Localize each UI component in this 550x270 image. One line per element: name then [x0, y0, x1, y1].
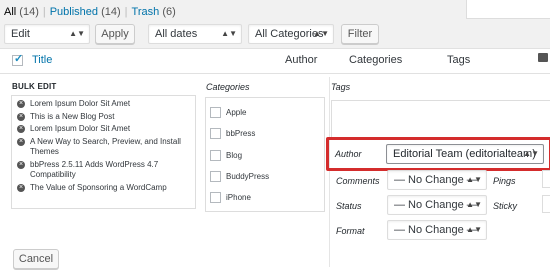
category-checkbox[interactable]	[210, 192, 221, 203]
status-select[interactable]: — No Change — ▲▼	[387, 195, 487, 215]
list-item: × A New Way to Search, Preview, and Insta…	[17, 136, 181, 156]
remove-icon[interactable]: ×	[17, 125, 25, 133]
category-checkbox[interactable]	[210, 150, 221, 161]
list-item: × Lorem Ipsum Dolor Sit Amet	[17, 124, 131, 133]
remove-icon[interactable]: ×	[17, 137, 25, 146]
category-item-apple[interactable]: Apple	[210, 107, 246, 118]
post-status-filters: All (14) | Published (14) | Trash (6)	[4, 6, 176, 18]
bulk-edit-heading: BULK EDIT	[12, 82, 57, 91]
dates-select[interactable]: All dates ▲▼	[148, 24, 242, 44]
chevron-updown-icon: ▲▼	[313, 29, 329, 38]
search-box[interactable]	[466, 0, 550, 19]
comments-select[interactable]: — No Change — ▲▼	[387, 170, 487, 190]
filter-button[interactable]: Filter	[341, 24, 379, 44]
pings-select[interactable]	[542, 170, 550, 188]
category-item-buddypress[interactable]: BuddyPress	[210, 171, 269, 182]
category-checkbox[interactable]	[210, 171, 221, 182]
comments-label: Comments	[336, 176, 380, 186]
category-item-bbpress[interactable]: bbPress	[210, 128, 255, 139]
separator: |	[42, 6, 46, 18]
comments-icon	[538, 53, 548, 62]
divider	[329, 77, 330, 267]
column-tags: Tags	[447, 54, 471, 66]
separator: |	[124, 6, 128, 18]
list-item: × This is a New Blog Post	[17, 111, 115, 121]
tags-label: Tags	[331, 82, 351, 92]
column-author: Author	[285, 54, 318, 66]
chevron-updown-icon: ▲▼	[523, 149, 539, 158]
chevron-updown-icon: ▲▼	[466, 175, 482, 184]
sticky-select[interactable]	[542, 195, 550, 213]
select-all-checkbox[interactable]	[12, 52, 23, 66]
categories-label: Categories	[206, 82, 250, 92]
chevron-updown-icon: ▲▼	[466, 225, 482, 234]
filter-published-link[interactable]: Published (14)	[50, 6, 121, 18]
selected-posts-list: × Lorem Ipsum Dolor Sit Amet × This is a N…	[11, 95, 196, 209]
column-categories: Categories	[349, 54, 403, 66]
chevron-updown-icon: ▲▼	[221, 29, 237, 38]
category-checkbox[interactable]	[210, 107, 221, 118]
list-item: × bbPress 2.5.11 Adds WordPress 4.7 Compa…	[17, 159, 159, 179]
remove-icon[interactable]: ×	[17, 100, 25, 108]
column-title[interactable]: Title	[32, 54, 52, 66]
category-item-blog[interactable]: Blog	[210, 150, 242, 161]
filter-all-link[interactable]: All (14)	[4, 6, 39, 18]
status-label: Status	[336, 201, 362, 211]
cancel-button[interactable]: Cancel	[13, 249, 59, 269]
remove-icon[interactable]: ×	[17, 183, 25, 192]
chevron-updown-icon: ▲▼	[466, 200, 482, 209]
apply-button[interactable]: Apply	[95, 24, 135, 44]
remove-icon[interactable]: ×	[17, 160, 25, 169]
categories-checklist: Apple bbPress Blog BuddyPress iPhone	[205, 97, 325, 212]
categories-select[interactable]: All Categories ▲▼	[248, 24, 334, 44]
list-item: × The Value of Sponsoring a WordCamp	[17, 182, 167, 192]
bulk-action-select[interactable]: Edit ▲▼	[4, 24, 90, 44]
sticky-label: Sticky	[493, 201, 518, 211]
format-label: Format	[336, 226, 365, 236]
chevron-updown-icon: ▲▼	[69, 29, 85, 38]
tags-textarea[interactable]	[331, 100, 550, 140]
author-select[interactable]: Editorial Team (editorialteam) ▲▼	[386, 144, 544, 164]
remove-icon[interactable]: ×	[17, 112, 25, 121]
author-label: Author	[335, 149, 362, 159]
category-item-iphone[interactable]: iPhone	[210, 192, 251, 203]
pings-label: Pings	[493, 176, 516, 186]
filter-trash-link[interactable]: Trash (6)	[132, 6, 176, 18]
format-select[interactable]: — No Change — ▲▼	[387, 220, 487, 240]
category-checkbox[interactable]	[210, 128, 221, 139]
list-item: × Lorem Ipsum Dolor Sit Amet	[17, 99, 131, 108]
